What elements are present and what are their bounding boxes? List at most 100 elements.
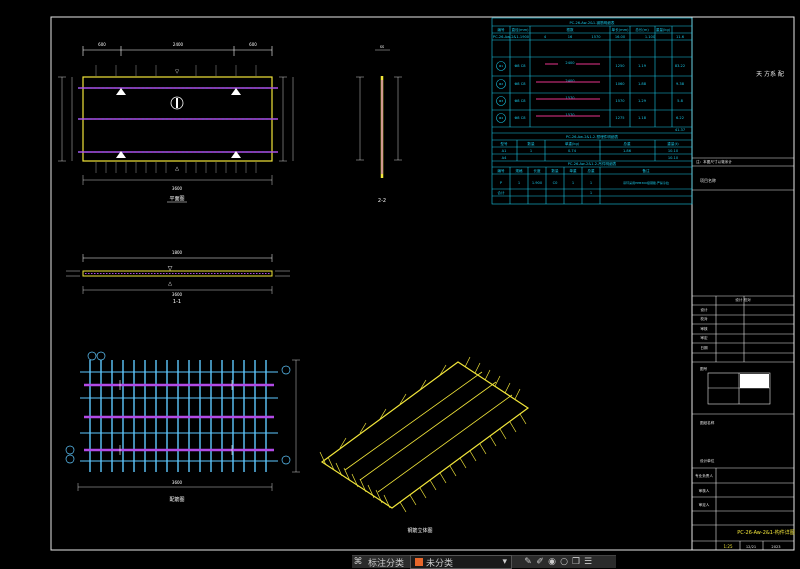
schedule-h1-0: 编号	[497, 27, 505, 32]
schedule-r2-2: 0.74	[568, 149, 577, 153]
schedule-h3-1: 规格	[515, 168, 523, 173]
edit-icon[interactable]: ✎	[522, 557, 534, 567]
schedule-r3-2: 1.900	[532, 181, 543, 185]
row-n: 1060	[615, 82, 625, 86]
date-value: 2023	[771, 545, 780, 549]
schedule-r3-4: 1	[572, 181, 574, 185]
schedule-h2-0: 型号	[500, 141, 508, 146]
row-w: 1.19	[638, 64, 647, 68]
schedule-title-3: PC-26-Aw-2&1-2-吊件明细表	[568, 161, 617, 166]
schedule-h3-4: 单重	[569, 168, 577, 173]
layers-icon[interactable]: ☰	[582, 557, 594, 567]
row-id: Φ4	[499, 116, 503, 120]
section-2-2: ss 2-2	[356, 44, 402, 204]
row-spec: Φ8 C8	[514, 82, 526, 86]
title-status: 设计 校对	[735, 297, 751, 302]
schedule-h3-6: 备注	[642, 168, 650, 173]
section-1-1-title: 1-1	[173, 299, 181, 305]
schedule-h1-2: 根数	[566, 27, 574, 32]
eye-icon[interactable]: ◉	[546, 557, 558, 567]
schedule-h1-1: 直径(mm)	[512, 27, 530, 32]
iso-view: 钢筋立体图	[319, 356, 530, 534]
svg-text:△: △	[168, 281, 172, 287]
schedule-r0-6: 11.6	[676, 35, 685, 39]
schedule-r2-5: 10.10	[668, 149, 679, 153]
schedule-r0-5: 1.100	[645, 35, 656, 39]
schedule-r2-0: A1	[502, 149, 507, 153]
schedule-r3-1: 1	[518, 181, 520, 185]
svg-text:▽: ▽	[175, 69, 179, 75]
schedule-h2-2: 单重(kg)	[565, 141, 580, 146]
row-x: 83.22	[675, 64, 685, 68]
classify-label[interactable]: 标注分类	[364, 556, 408, 569]
right-note: 天 方系 配	[756, 70, 784, 78]
row-x: 9.38	[676, 82, 685, 86]
plan-view: 600 2400 600 ▽ △ 3600 平面图	[58, 42, 294, 203]
drawing-number: PC-26-Aw-2&1-构件详图	[737, 529, 795, 536]
row-w: 1.29	[638, 99, 647, 103]
small-label: 图号	[700, 366, 708, 371]
circle-icon[interactable]: ○	[558, 557, 570, 567]
schedule-r3-5: 1	[590, 181, 592, 185]
sheet-value: 12/21	[746, 545, 756, 549]
row-spec: Φ8 C8	[514, 64, 526, 68]
plan-dim-top-right: 600	[249, 42, 257, 47]
section-1-1-dim-top: 1800	[172, 250, 183, 255]
schedule-r2-3: 1.86	[623, 149, 632, 153]
rebar-plan: 3600 配筋图	[65, 351, 300, 503]
schedule-r0-4: 16.00	[615, 35, 626, 39]
section-1-1-outline	[82, 270, 273, 277]
copy-icon[interactable]: ❐	[570, 557, 582, 567]
schedule-h2-3: 总重	[623, 141, 631, 146]
schedule-h2-1: 数量	[527, 141, 535, 146]
checked-by: 审核人	[699, 488, 710, 493]
approved-by: 审定人	[699, 502, 710, 507]
row-w: 1.18	[638, 116, 647, 120]
section-1-1-dim-bottom: 3600	[172, 292, 183, 297]
schedule-r3-6: 吊环采用HPB300级钢筋,严禁冷拉	[623, 180, 669, 185]
plan-dim-top-left: 600	[98, 42, 106, 47]
row-w: 1.88	[638, 82, 647, 86]
schedule-r2-1: 1	[530, 149, 532, 153]
svg-text:▽: ▽	[168, 265, 173, 272]
row-x: 5.8	[677, 99, 683, 103]
schedule-h3-3: 数量	[551, 168, 559, 173]
dropdown-icon: ▾	[502, 557, 508, 567]
row-len: 2400	[565, 61, 575, 65]
scale-value: 1:25	[724, 544, 733, 549]
iso-view-title: 钢筋立体图	[407, 527, 432, 534]
row-spec: Φ8 C8	[514, 116, 526, 120]
lift-point-icon	[231, 88, 241, 95]
tb-row-1: 校对	[700, 316, 708, 321]
cad-canvas[interactable]: 600 2400 600 ▽ △ 3600 平面图 ss 2-2 1800 ▽ …	[0, 0, 800, 567]
rebar-dim-bottom: 3600	[172, 480, 183, 485]
category-swatch	[415, 558, 424, 566]
drawn-by: 专业负责人	[695, 473, 713, 478]
schedule-h1-3: 单长(mm)	[612, 27, 630, 32]
brush-icon[interactable]: ✐	[534, 557, 546, 567]
row-id: Φ3	[499, 99, 503, 103]
project-label: 项目名称	[700, 177, 716, 183]
schedule-h3-5: 总重	[587, 168, 595, 173]
schedule-h3-0: 编号	[497, 168, 505, 173]
row-n: 1570	[615, 99, 625, 103]
svg-text:△: △	[175, 166, 179, 172]
row-n: 1250	[615, 64, 625, 68]
schedule-r3-0: P	[500, 181, 503, 185]
section-2-2-title: 2-2	[378, 198, 386, 204]
schedule-title-1: PC-26-Aw-2&1-钢筋明细表	[570, 20, 615, 25]
tb-row-2: 审核	[700, 326, 708, 331]
plan-dim-bottom: 3600	[172, 186, 183, 191]
plan-view-title: 平面图	[169, 196, 184, 202]
tb-row-4: 日期	[700, 345, 708, 350]
plan-dim-top-mid: 2400	[173, 42, 184, 47]
svg-text:ss: ss	[380, 44, 384, 49]
schedule-r0-3: 1570	[591, 35, 601, 39]
section-1-1: 1800 ▽ △ 3600 1-1	[66, 250, 290, 305]
schedule-h3-2: 长度	[533, 168, 541, 173]
classify-icon[interactable]: ⌘	[352, 557, 364, 567]
schedule-r3-3: C0	[553, 181, 559, 185]
row-spec: Φ8 C8	[514, 99, 526, 103]
tb-row-3: 审定	[700, 335, 708, 340]
schedule-total: 41.37	[675, 128, 685, 132]
